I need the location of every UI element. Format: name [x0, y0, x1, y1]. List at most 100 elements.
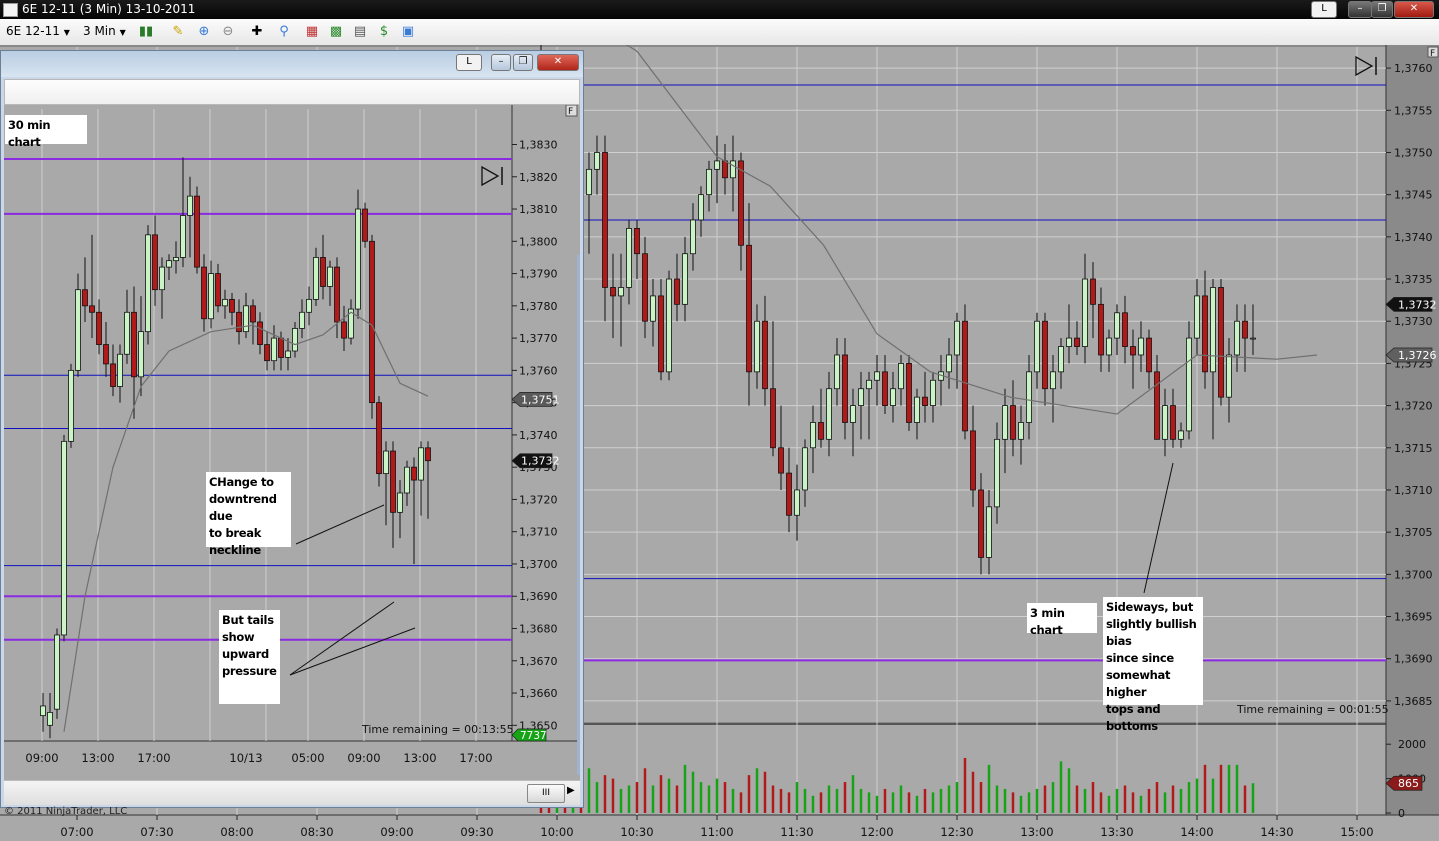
candle-body [778, 447, 784, 474]
y-tick-label: 1,3710 [1394, 484, 1433, 497]
candle-body [730, 160, 736, 179]
candle-body [690, 219, 696, 255]
interval-selector[interactable]: 3 Min ▼ [83, 24, 126, 38]
candle-body [1058, 346, 1064, 373]
candle-body [1178, 430, 1184, 440]
x-tick-label: 10:30 [620, 825, 653, 839]
link-button[interactable]: L [1311, 1, 1337, 18]
candle-body [1114, 312, 1120, 339]
y-tick-label: 1,3740 [1394, 231, 1433, 244]
y-tick-label: 1,3690 [1394, 653, 1433, 666]
candle-body [722, 160, 728, 179]
candle-body [650, 295, 656, 322]
candle-body [850, 405, 856, 423]
y-tick-label: 1,3735 [1394, 273, 1433, 286]
inset-y-tick-label: 1,3760 [519, 364, 558, 377]
y-tick-label: 1,3755 [1394, 104, 1433, 117]
x-tick-label: 11:00 [700, 825, 733, 839]
candle-body [1138, 337, 1144, 356]
volume-tag: 865 [1398, 777, 1419, 790]
inset-close-button[interactable]: ✕ [537, 54, 579, 71]
candle-body [914, 396, 920, 423]
candle-body [930, 379, 936, 406]
scroll-right-icon[interactable]: ▶ [567, 785, 575, 796]
candle-body [1050, 371, 1056, 390]
zoom-out-icon[interactable]: ⊖ [220, 24, 236, 40]
inset-y-tick-label: 1,3700 [519, 558, 558, 571]
candle-body [754, 320, 760, 373]
inset-candle-body [257, 321, 263, 345]
inset-vscroll [577, 255, 580, 775]
inset-candle-body [117, 353, 123, 387]
order-icon[interactable]: ▦ [304, 24, 320, 40]
inset-candle-body [54, 634, 60, 710]
indicators-icon[interactable]: ▤ [352, 24, 368, 40]
inset-sma-tag: 1,3751 [521, 393, 560, 406]
inset-candle-body [425, 447, 431, 462]
inset-candle-body [194, 195, 200, 268]
minimize-button[interactable]: – [1348, 1, 1372, 18]
zoom-in-icon[interactable]: ⊕ [196, 24, 212, 40]
inset-candle-body [397, 492, 403, 513]
close-button[interactable]: ✕ [1394, 1, 1434, 18]
inset-candle-body [369, 240, 375, 404]
candle-body [826, 388, 832, 440]
inset-candle-body [250, 305, 256, 323]
candle-body [786, 472, 792, 516]
inset-maximize-button[interactable]: ❐ [513, 54, 533, 71]
data-box-icon[interactable]: ⚲ [276, 24, 292, 40]
inset-candle-body [110, 363, 116, 387]
inset-scrollbar[interactable]: III ▶ [4, 780, 580, 805]
y-tick-label: 1,3695 [1394, 611, 1433, 624]
pencil-icon[interactable]: ✎ [170, 24, 186, 40]
inset-candle-body [173, 257, 179, 262]
x-tick-label: 14:30 [1260, 825, 1293, 839]
inset-y-tick-label: 1,3810 [519, 203, 558, 216]
inset-candle-body [208, 273, 214, 320]
strategy-icon[interactable]: ▩ [328, 24, 344, 40]
candle-body [994, 438, 1000, 508]
dollar-icon[interactable]: $ [376, 24, 392, 40]
inset-x-tick-label: 13:00 [403, 751, 436, 765]
crosshair-icon[interactable]: ✚ [249, 24, 265, 40]
inset-y-tick-label: 1,3670 [519, 655, 558, 668]
y-tick-label: 1,3705 [1394, 526, 1433, 539]
candle-body [1074, 337, 1080, 347]
inset-x-tick-label: 17:00 [137, 751, 170, 765]
inset-minimize-button[interactable]: – [491, 54, 511, 71]
inset-candle-body [341, 321, 347, 339]
candle-body [842, 354, 848, 423]
x-tick-label: 14:00 [1180, 825, 1213, 839]
inset-candle-body [299, 311, 305, 329]
candle-body [1194, 295, 1200, 339]
window-titlebar: 6E 12-11 (3 Min) 13-10-2011 L – ❐ ✕ [0, 0, 1439, 19]
inset-candle-body [131, 311, 137, 378]
properties-icon[interactable]: ▣ [400, 24, 416, 40]
scroll-thumb[interactable]: III [527, 784, 565, 803]
candle-body [762, 320, 768, 390]
candle-body [618, 287, 624, 297]
x-tick-label: 08:30 [300, 825, 333, 839]
y-tick-label: 1,3750 [1394, 146, 1433, 159]
bar-type-icon[interactable]: ▮▮ [138, 24, 154, 40]
inset-candle-body [229, 298, 235, 313]
inset-link-button[interactable]: L [456, 54, 482, 71]
y-tick-label: 1,3730 [1394, 315, 1433, 328]
candle-body [922, 396, 928, 406]
candle-body [1122, 312, 1128, 347]
x-tick-label: 12:00 [860, 825, 893, 839]
candle-body [1098, 303, 1104, 356]
maximize-button[interactable]: ❐ [1371, 1, 1393, 18]
candle-body [818, 422, 824, 440]
inset-candle-body [418, 447, 424, 481]
inset-volume-tag: 7737 [520, 730, 547, 742]
inset-toolbar [4, 79, 580, 105]
candle-body [1042, 320, 1048, 390]
label-3min: 3 min chart [1027, 603, 1097, 637]
y-tick-label: 1,3685 [1394, 695, 1433, 708]
instrument-selector[interactable]: 6E 12-11 ▼ [6, 24, 70, 38]
candle-body [682, 253, 688, 305]
inset-chart[interactable]: 1,3830 1,3820 1,3810 1,3800 1,3790 1,3780 1,37… [4, 105, 580, 780]
chart-toolbar: 6E 12-11 ▼ 3 Min ▼ ▮▮ ✎ ⊕ ⊖ ✚ ⚲ ▦ ▩ ▤ $ … [0, 19, 1439, 46]
candle-body [794, 489, 800, 516]
